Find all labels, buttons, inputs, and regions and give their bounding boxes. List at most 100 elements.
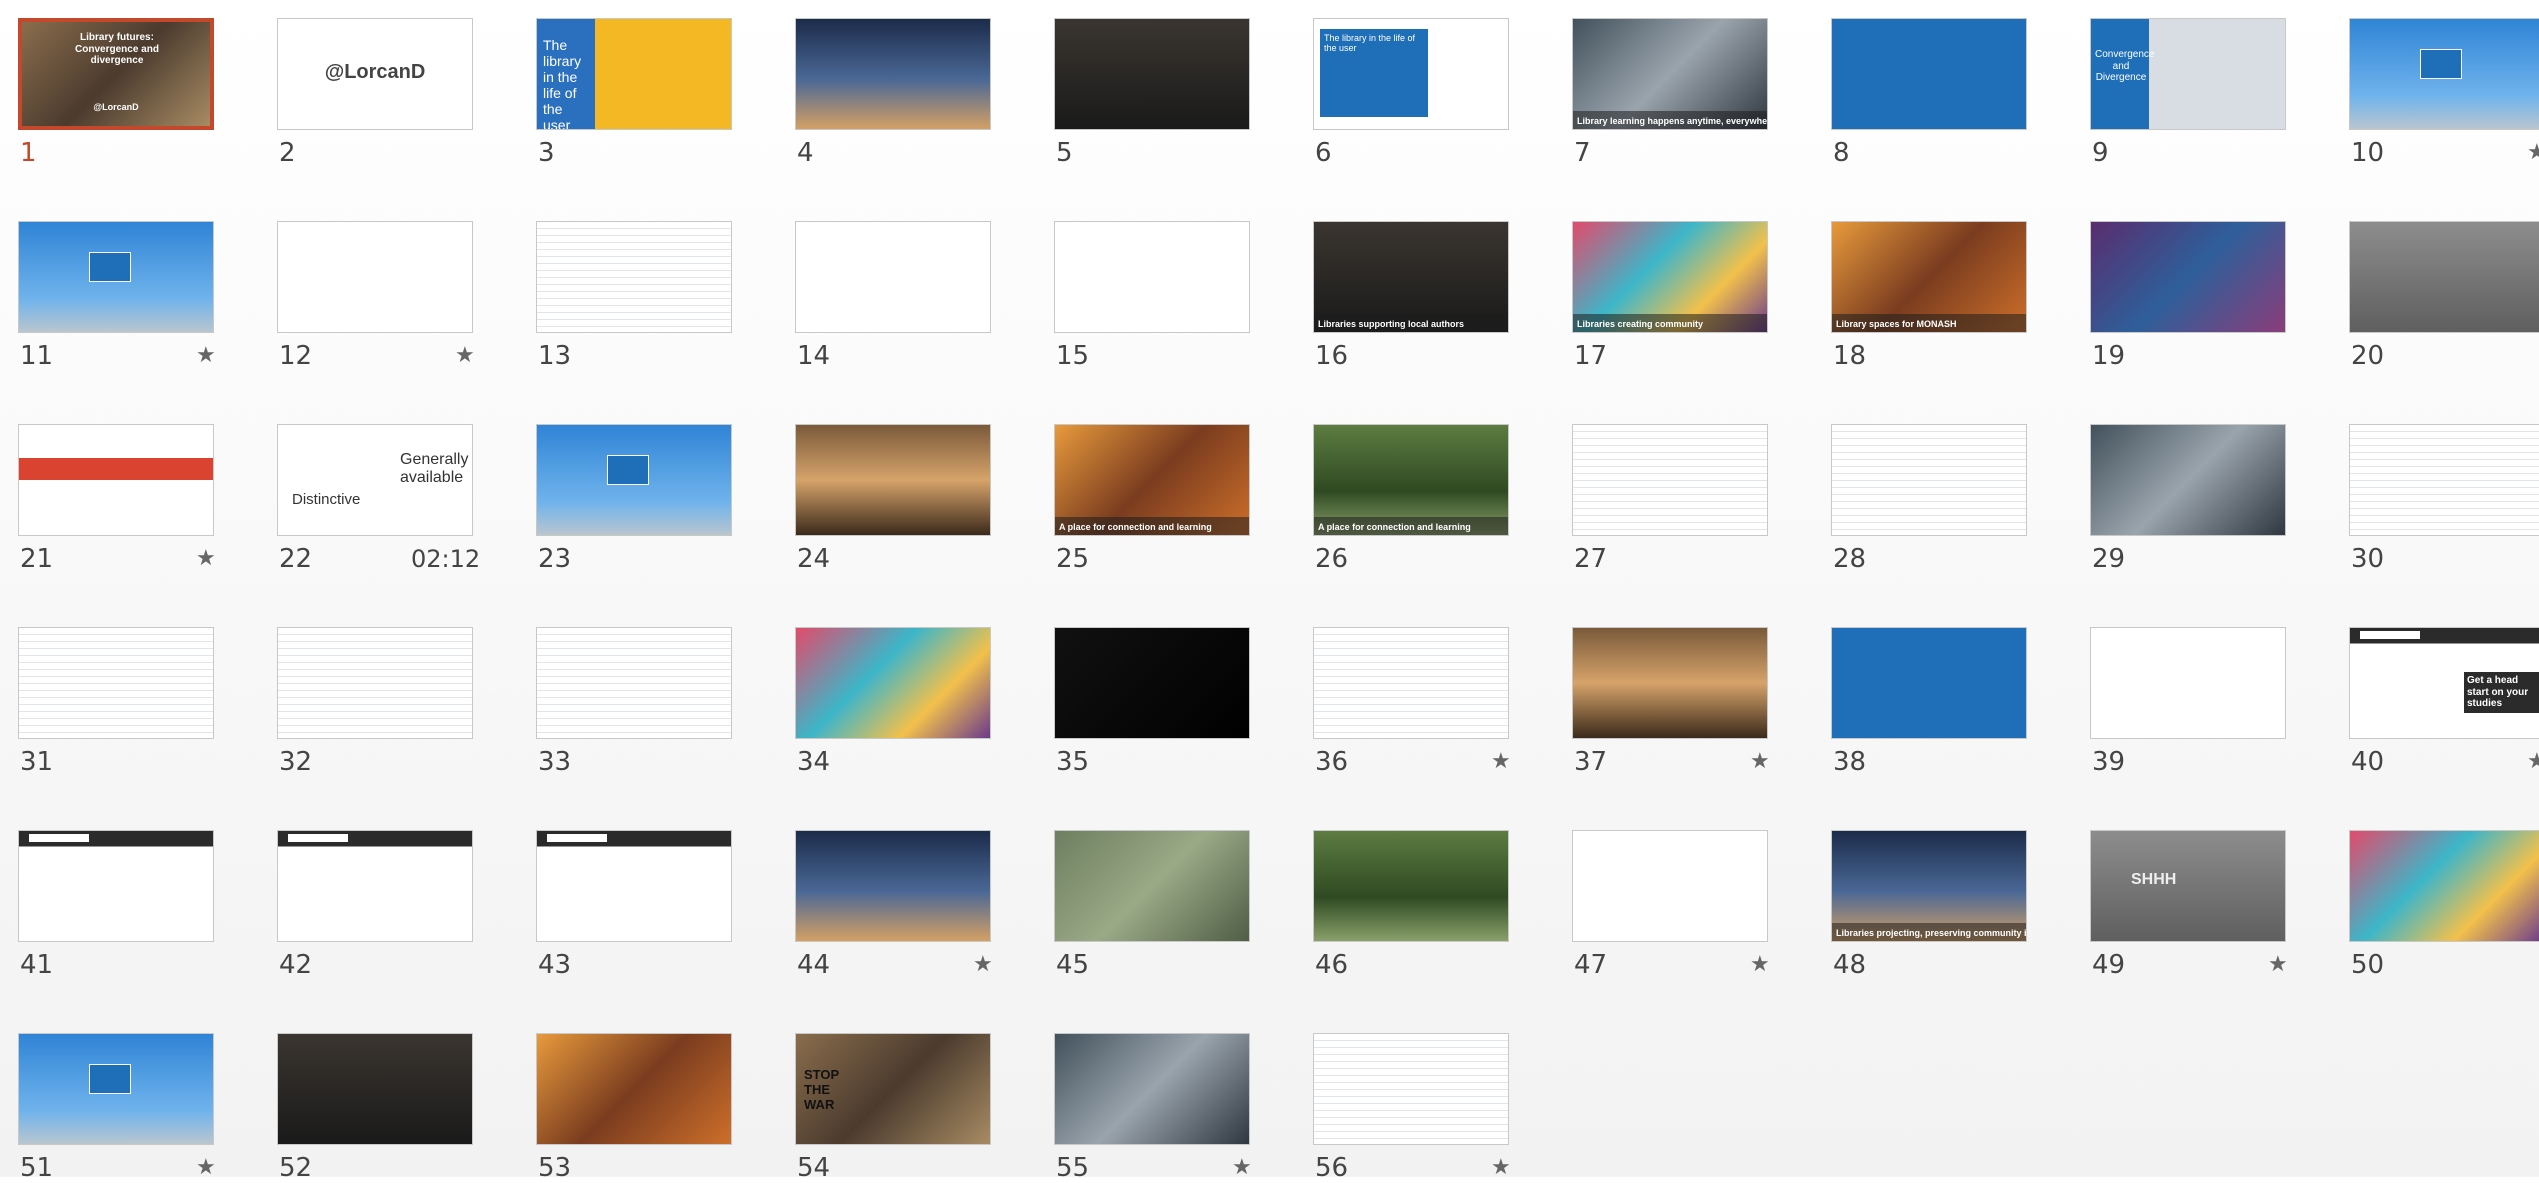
- slide-thumbnail-8[interactable]: 8: [1831, 18, 2031, 168]
- slide-thumbnail-54[interactable]: STOP THE WAR 54: [795, 1033, 995, 1183]
- slide-preview[interactable]: @LorcanD: [277, 18, 473, 130]
- slide-thumbnail-2[interactable]: @LorcanD 2: [277, 18, 477, 168]
- slide-preview[interactable]: The library in the life of the user: [536, 18, 732, 130]
- slide-preview[interactable]: [18, 830, 214, 942]
- slide-preview[interactable]: [1831, 424, 2027, 536]
- slide-preview[interactable]: [536, 627, 732, 739]
- slide-preview[interactable]: [2090, 424, 2286, 536]
- slide-thumbnail-31[interactable]: 31: [18, 627, 218, 777]
- slide-thumbnail-51[interactable]: 51 ★: [18, 1033, 218, 1183]
- slide-preview[interactable]: [18, 627, 214, 739]
- slide-preview[interactable]: [2090, 221, 2286, 333]
- slide-thumbnail-43[interactable]: 43: [536, 830, 736, 980]
- slide-preview[interactable]: The library in the life of the user: [1313, 18, 1509, 130]
- slide-thumbnail-40[interactable]: Get a head start on your studies 40 ★: [2349, 627, 2539, 777]
- slide-thumbnail-46[interactable]: 46: [1313, 830, 1513, 980]
- slide-thumbnail-14[interactable]: 14: [795, 221, 995, 371]
- slide-preview[interactable]: [277, 627, 473, 739]
- slide-thumbnail-17[interactable]: Libraries creating community 17: [1572, 221, 1772, 371]
- slide-thumbnail-32[interactable]: 32: [277, 627, 477, 777]
- slide-thumbnail-50[interactable]: 50: [2349, 830, 2539, 980]
- slide-preview[interactable]: [536, 424, 732, 536]
- slide-preview[interactable]: A place for connection and learning: [1054, 424, 1250, 536]
- slide-thumbnail-29[interactable]: 29: [2090, 424, 2290, 574]
- slide-preview[interactable]: [795, 830, 991, 942]
- slide-thumbnail-27[interactable]: 27: [1572, 424, 1772, 574]
- slide-thumbnail-18[interactable]: Library spaces for MONASH 18: [1831, 221, 2031, 371]
- slide-preview[interactable]: [795, 18, 991, 130]
- slide-thumbnail-37[interactable]: 37 ★: [1572, 627, 1772, 777]
- slide-preview[interactable]: [1054, 627, 1250, 739]
- slide-preview[interactable]: [277, 221, 473, 333]
- slide-thumbnail-55[interactable]: 55 ★: [1054, 1033, 1254, 1183]
- slide-thumbnail-48[interactable]: Libraries projecting, preserving communi…: [1831, 830, 2031, 980]
- slide-preview[interactable]: [2349, 18, 2539, 130]
- slide-thumbnail-12[interactable]: 12 ★: [277, 221, 477, 371]
- slide-preview[interactable]: [1054, 18, 1250, 130]
- slide-preview[interactable]: [18, 221, 214, 333]
- slide-preview[interactable]: Libraries creating community: [1572, 221, 1768, 333]
- slide-thumbnail-28[interactable]: 28: [1831, 424, 2031, 574]
- slide-preview[interactable]: Library spaces for MONASH: [1831, 221, 2027, 333]
- slide-thumbnail-1[interactable]: Library futures: Convergence and diverge…: [18, 18, 218, 168]
- slide-thumbnail-41[interactable]: 41: [18, 830, 218, 980]
- slide-preview[interactable]: [277, 830, 473, 942]
- slide-preview[interactable]: STOP THE WAR: [795, 1033, 991, 1145]
- slide-thumbnail-38[interactable]: 38: [1831, 627, 2031, 777]
- slide-thumbnail-19[interactable]: 19: [2090, 221, 2290, 371]
- slide-preview[interactable]: [2090, 627, 2286, 739]
- slide-thumbnail-24[interactable]: 24: [795, 424, 995, 574]
- slide-preview[interactable]: [1831, 18, 2027, 130]
- slide-preview[interactable]: [2349, 221, 2539, 333]
- slide-preview[interactable]: Library learning happens anytime, everyw…: [1572, 18, 1768, 130]
- slide-thumbnail-45[interactable]: 45: [1054, 830, 1254, 980]
- slide-thumbnail-39[interactable]: 39: [2090, 627, 2290, 777]
- slide-thumbnail-22[interactable]: Generally available Distinctive 22 02:12: [277, 424, 480, 574]
- slide-preview[interactable]: [18, 1033, 214, 1145]
- slide-thumbnail-23[interactable]: 23: [536, 424, 736, 574]
- slide-thumbnail-26[interactable]: A place for connection and learning 26: [1313, 424, 1513, 574]
- slide-thumbnail-7[interactable]: Library learning happens anytime, everyw…: [1572, 18, 1772, 168]
- slide-preview[interactable]: Generally available Distinctive: [277, 424, 473, 536]
- slide-preview[interactable]: [795, 424, 991, 536]
- slide-preview[interactable]: SHHH: [2090, 830, 2286, 942]
- slide-thumbnail-36[interactable]: 36 ★: [1313, 627, 1513, 777]
- slide-thumbnail-10[interactable]: 10 ★: [2349, 18, 2539, 168]
- slide-preview[interactable]: [536, 1033, 732, 1145]
- slide-thumbnail-4[interactable]: 4: [795, 18, 995, 168]
- slide-preview[interactable]: [1572, 424, 1768, 536]
- slide-thumbnail-21[interactable]: 21 ★: [18, 424, 218, 574]
- slide-thumbnail-35[interactable]: 35: [1054, 627, 1254, 777]
- slide-preview[interactable]: Library futures: Convergence and diverge…: [18, 18, 214, 130]
- slide-thumbnail-34[interactable]: 34: [795, 627, 995, 777]
- slide-thumbnail-49[interactable]: SHHH 49 ★: [2090, 830, 2290, 980]
- slide-thumbnail-56[interactable]: 56 ★: [1313, 1033, 1513, 1183]
- slide-thumbnail-13[interactable]: 13: [536, 221, 736, 371]
- slide-thumbnail-30[interactable]: 30: [2349, 424, 2539, 574]
- slide-preview[interactable]: [1313, 830, 1509, 942]
- slide-preview[interactable]: [795, 627, 991, 739]
- slide-thumbnail-33[interactable]: 33: [536, 627, 736, 777]
- slide-preview[interactable]: [1054, 830, 1250, 942]
- slide-thumbnail-6[interactable]: The library in the life of the user 6: [1313, 18, 1513, 168]
- slide-thumbnail-20[interactable]: 20: [2349, 221, 2539, 371]
- slide-preview[interactable]: [1054, 1033, 1250, 1145]
- slide-preview[interactable]: [18, 424, 214, 536]
- slide-thumbnail-15[interactable]: 15: [1054, 221, 1254, 371]
- slide-preview[interactable]: Convergence and Divergence: [2090, 18, 2286, 130]
- slide-preview[interactable]: [1313, 627, 1509, 739]
- slide-thumbnail-5[interactable]: 5: [1054, 18, 1254, 168]
- slide-preview[interactable]: [795, 221, 991, 333]
- slide-thumbnail-47[interactable]: 47 ★: [1572, 830, 1772, 980]
- slide-preview[interactable]: [2349, 424, 2539, 536]
- slide-preview[interactable]: [1831, 627, 2027, 739]
- slide-preview[interactable]: [536, 830, 732, 942]
- slide-thumbnail-11[interactable]: 11 ★: [18, 221, 218, 371]
- slide-thumbnail-42[interactable]: 42: [277, 830, 477, 980]
- slide-sorter-pane[interactable]: Library futures: Convergence and diverge…: [0, 0, 2539, 1183]
- slide-preview[interactable]: [1572, 830, 1768, 942]
- slide-preview[interactable]: Libraries supporting local authors: [1313, 221, 1509, 333]
- slide-preview[interactable]: [1313, 1033, 1509, 1145]
- slide-thumbnail-3[interactable]: The library in the life of the user 3: [536, 18, 736, 168]
- slide-thumbnail-52[interactable]: 52: [277, 1033, 477, 1183]
